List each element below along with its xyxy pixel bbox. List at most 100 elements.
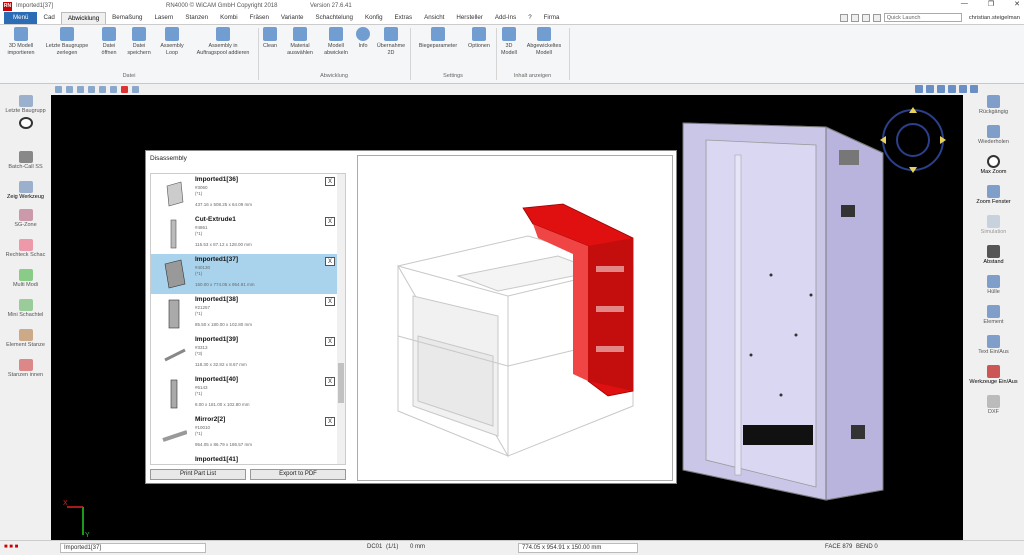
tab-hersteller[interactable]: Hersteller <box>450 12 488 24</box>
disassemble-last-assembly-button[interactable]: Letzte Baugruppe zerlegen <box>40 27 94 56</box>
quick-tool-icon[interactable] <box>872 13 881 22</box>
toolstrip-icon[interactable] <box>55 86 62 93</box>
zoom-tool-button[interactable] <box>0 117 51 130</box>
tab-menu[interactable]: Menü <box>4 12 38 24</box>
select-material-button[interactable]: Material auswählen <box>283 27 317 56</box>
show-tool-button[interactable]: Zeig Werkzeug <box>0 181 51 200</box>
punch-inside-button[interactable]: Stanzen innen <box>0 359 51 378</box>
text-toggle-button[interactable]: Text Ein/Aus <box>963 335 1024 355</box>
remove-part-button[interactable]: X <box>325 297 335 306</box>
list-item[interactable]: Cut-Extrude1 #4861 (*1) 115.53 x 87.12 x… <box>151 214 338 254</box>
distance-button[interactable]: Abstand <box>963 245 1024 265</box>
tab-variante[interactable]: Variante <box>275 12 310 24</box>
tab-schachtelung[interactable]: Schachtelung <box>309 12 359 24</box>
toolstrip-icon[interactable] <box>132 86 139 93</box>
bend-parameters-button[interactable]: Biegeparameter <box>412 27 464 50</box>
close-window-button[interactable]: ✕ <box>1014 0 1020 8</box>
tab-abwicklung[interactable]: Abwicklung <box>60 12 107 24</box>
tab-konfig[interactable]: Konfig <box>359 12 389 24</box>
list-item[interactable]: Imported1[40] #6143 (*1) 8.00 x 181.00 x… <box>151 374 338 414</box>
remove-part-button[interactable]: X <box>325 257 335 266</box>
tools-toggle-button[interactable]: Werkzeuge Ein/Aus <box>963 365 1024 385</box>
assembly-loop-button[interactable]: Assembly Loop <box>156 27 188 56</box>
list-item[interactable]: Imported1[39] #3313 (*3) 118.30 x 32.82 … <box>151 334 338 374</box>
maximize-button[interactable]: ❐ <box>988 0 994 8</box>
list-item[interactable]: Imported1[36] #3060 (*1) 437.16 x 508.25… <box>151 174 338 214</box>
tab-lasern[interactable]: Lasern <box>148 12 179 24</box>
open-file-button[interactable]: Datei öffnen <box>96 27 122 56</box>
hull-button[interactable]: Hülle <box>963 275 1024 295</box>
batch-call-button[interactable]: Batch-Call SS <box>0 151 51 170</box>
info-button[interactable]: Info <box>354 27 372 50</box>
tab-help[interactable]: ? <box>522 12 537 24</box>
quick-launch-input[interactable]: Quick Launch <box>883 13 962 22</box>
import-3d-model-button[interactable]: 3D Modell importieren <box>4 27 38 56</box>
toolstrip-icon[interactable] <box>66 86 73 93</box>
options-button[interactable]: Optionen <box>464 27 494 50</box>
show-unfolded-model-button[interactable]: Abgewickeltes Modell <box>521 27 567 56</box>
zoom-window-button[interactable]: Zoom Fenster <box>963 185 1024 205</box>
element-button[interactable]: Element <box>963 305 1024 325</box>
redo-view-icon[interactable] <box>926 85 934 93</box>
zoom-window-icon[interactable] <box>948 85 956 93</box>
cabinet-model[interactable] <box>682 122 884 501</box>
tab-stanzen[interactable]: Stanzen <box>179 12 214 24</box>
sg-zone-button[interactable]: SG-Zone <box>0 209 51 228</box>
clean-button[interactable]: Clean <box>259 27 281 50</box>
show-3d-model-button[interactable]: 3D Modell <box>498 27 520 56</box>
list-scrollbar[interactable] <box>337 174 345 464</box>
element-punch-button[interactable]: Element Stanze <box>0 329 51 348</box>
print-part-list-button[interactable]: Print Part List <box>150 469 246 480</box>
rectangle-nesting-button[interactable]: Rechteck Schac <box>0 239 51 258</box>
tab-bemassung[interactable]: Bemaßung <box>106 12 148 24</box>
remove-part-button[interactable]: X <box>325 217 335 226</box>
unfold-model-button[interactable]: Modell abwickeln <box>319 27 353 56</box>
tab-kombi[interactable]: Kombi <box>214 12 244 24</box>
list-item[interactable]: Imported1[41] <box>151 454 338 464</box>
text-icon <box>987 335 1000 348</box>
multi-mode-button[interactable]: Multi Modi <box>0 269 51 288</box>
transfer-2d-button[interactable]: Übernahme 2D <box>374 27 408 56</box>
remove-part-button[interactable]: X <box>325 177 335 186</box>
quick-tool-icon[interactable] <box>850 13 859 22</box>
quick-tool-icon[interactable] <box>861 13 870 22</box>
zoom-icon[interactable] <box>937 85 945 93</box>
toolstrip-icon[interactable] <box>77 86 84 93</box>
tab-firma[interactable]: Firma <box>538 12 566 24</box>
undo-view-icon[interactable] <box>915 85 923 93</box>
redo-button[interactable]: Wiederholen <box>963 125 1024 145</box>
remove-part-button[interactable]: X <box>325 417 335 426</box>
assembly-preview[interactable] <box>357 155 673 481</box>
toolstrip-icon[interactable] <box>88 86 95 93</box>
undo-button[interactable]: Rückgängig <box>963 95 1024 115</box>
zoom-fit-icon[interactable] <box>959 85 967 93</box>
minimize-button[interactable]: — <box>961 0 968 8</box>
list-item[interactable]: Imported1[38] #21257 (*1) 85.50 x 180.00… <box>151 294 338 334</box>
remove-part-button[interactable]: X <box>325 377 335 386</box>
mini-nesting-button[interactable]: Mini Schachtel <box>0 299 51 318</box>
tab-ansicht[interactable]: Ansicht <box>418 12 450 24</box>
export-pdf-button[interactable]: Export to PDF <box>250 469 346 480</box>
list-item-selected[interactable]: Imported1[37] #40130 (*1) 150.00 x 774.0… <box>151 254 338 294</box>
part-list[interactable]: Imported1[36] #3060 (*1) 437.16 x 508.25… <box>150 173 346 465</box>
max-zoom-button[interactable]: Max Zoom <box>963 155 1024 175</box>
tab-cad[interactable]: Cad <box>37 12 60 24</box>
status-bend: BEND 0 <box>856 544 878 550</box>
tab-addins[interactable]: Add-Ins <box>489 12 522 24</box>
dxf-button[interactable]: DXF <box>963 395 1024 415</box>
scrollbar-thumb[interactable] <box>338 363 344 403</box>
add-to-order-pool-button[interactable]: Assembly in Auftragspool addieren <box>190 27 256 56</box>
delete-icon[interactable] <box>121 86 128 93</box>
navigation-cube-icon[interactable] <box>880 107 946 173</box>
last-assembly-button[interactable]: Letzte Baugrupp <box>0 95 51 114</box>
list-item[interactable]: Mirror2[2] #10010 (*1) 954.05 x 86.79 x … <box>151 414 338 454</box>
pan-icon[interactable] <box>970 85 978 93</box>
tab-fraesen[interactable]: Fräsen <box>244 12 275 24</box>
save-file-button[interactable]: Datei speichern <box>124 27 154 56</box>
toolstrip-icon[interactable] <box>110 86 117 93</box>
quick-tool-icon[interactable] <box>839 13 848 22</box>
remove-part-button[interactable]: X <box>325 337 335 346</box>
tab-extras[interactable]: Extras <box>389 12 419 24</box>
simulation-button[interactable]: Simulation <box>963 215 1024 235</box>
toolstrip-icon[interactable] <box>99 86 106 93</box>
